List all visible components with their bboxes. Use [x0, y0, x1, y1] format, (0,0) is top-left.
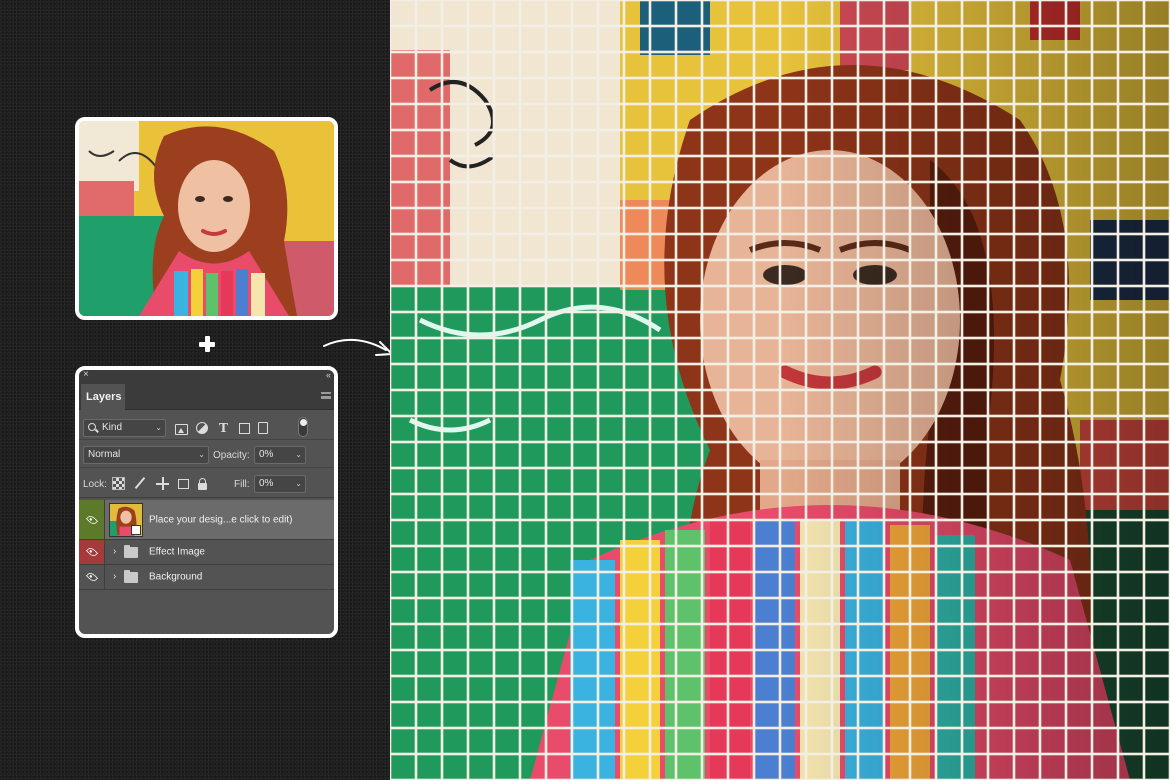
- lock-icon-group: [112, 477, 207, 490]
- filter-toggle-switch[interactable]: [298, 417, 308, 437]
- panel-title-bar: × ‹‹: [79, 370, 334, 382]
- search-icon: [88, 423, 96, 431]
- lock-label: Lock:: [83, 479, 107, 490]
- layer-filter-row: Kind ⌄ T: [79, 414, 334, 440]
- layer-name: Place your desig...e click to edit): [149, 514, 293, 525]
- source-photo-card: [75, 117, 338, 320]
- eye-icon: [85, 545, 99, 559]
- chevron-down-icon: ⌄: [155, 423, 162, 432]
- visibility-toggle[interactable]: [79, 500, 105, 539]
- smart-object-badge-icon: [131, 525, 141, 535]
- folder-icon: [124, 545, 138, 558]
- fill-label: Fill:: [234, 479, 250, 490]
- layer-name: Background: [149, 571, 203, 583]
- chevron-down-icon: ⌄: [295, 450, 302, 459]
- smart-object-filter-icon[interactable]: [258, 422, 268, 434]
- blend-mode-select[interactable]: Normal ⌄: [83, 446, 209, 464]
- lock-fill-row: Lock: Fill: 0% ⌄: [79, 470, 334, 498]
- blend-opacity-row: Normal ⌄ Opacity: 0% ⌄: [79, 442, 334, 468]
- expand-chevron-icon[interactable]: ›: [113, 546, 116, 557]
- layer-row-effect-image[interactable]: › Effect Image: [79, 540, 334, 565]
- image-filter-icon[interactable]: [175, 423, 188, 435]
- lock-pixels-icon[interactable]: [112, 477, 125, 490]
- adjustment-filter-icon[interactable]: [196, 422, 208, 434]
- chevron-down-icon: ⌄: [295, 479, 302, 488]
- blend-mode-value: Normal: [88, 449, 121, 460]
- collapse-panel-icon[interactable]: ‹‹: [326, 370, 331, 381]
- layers-panel: × ‹‹ Layers Kind ⌄ T Normal ⌄ Opacity: 0…: [75, 366, 338, 638]
- eye-icon: [85, 570, 99, 584]
- lock-all-icon[interactable]: [198, 477, 207, 490]
- folder-icon: [124, 570, 138, 583]
- fill-field[interactable]: 0% ⌄: [254, 475, 306, 493]
- panel-tab-bar: Layers: [79, 382, 334, 410]
- kind-filter-select[interactable]: Kind ⌄: [83, 419, 166, 437]
- shape-filter-icon[interactable]: [239, 422, 250, 434]
- lock-brush-icon[interactable]: [134, 477, 147, 490]
- opacity-field[interactable]: 0% ⌄: [254, 446, 306, 464]
- layer-list: Place your desig...e click to edit) › Ef…: [79, 500, 334, 590]
- visibility-toggle[interactable]: [79, 540, 105, 564]
- expand-chevron-icon[interactable]: ›: [113, 571, 116, 582]
- filter-icon-group: T: [175, 420, 268, 436]
- close-icon[interactable]: ×: [83, 370, 89, 381]
- layer-row-smart-object[interactable]: Place your desig...e click to edit): [79, 500, 334, 540]
- fill-value: 0%: [259, 478, 274, 489]
- lock-artboard-icon[interactable]: [178, 479, 189, 489]
- chevron-down-icon: ⌄: [198, 450, 205, 459]
- opacity-value: 0%: [259, 449, 274, 460]
- eye-icon: [85, 513, 99, 526]
- tile-effect-result-image: [390, 0, 1170, 780]
- layer-name: Effect Image: [149, 546, 205, 558]
- layer-row-background[interactable]: › Background: [79, 565, 334, 590]
- lock-move-icon[interactable]: [156, 477, 169, 490]
- plus-icon: [199, 336, 215, 352]
- type-filter-icon[interactable]: T: [216, 421, 231, 436]
- tile-mosaic-artwork: [390, 0, 1170, 780]
- source-portrait-image: [79, 121, 334, 316]
- kind-filter-label: Kind: [102, 422, 123, 433]
- tab-layers[interactable]: Layers: [81, 384, 125, 410]
- layer-thumbnail[interactable]: [109, 503, 143, 537]
- opacity-label: Opacity:: [213, 450, 250, 461]
- panel-menu-icon[interactable]: [321, 392, 331, 399]
- visibility-toggle[interactable]: [79, 565, 105, 589]
